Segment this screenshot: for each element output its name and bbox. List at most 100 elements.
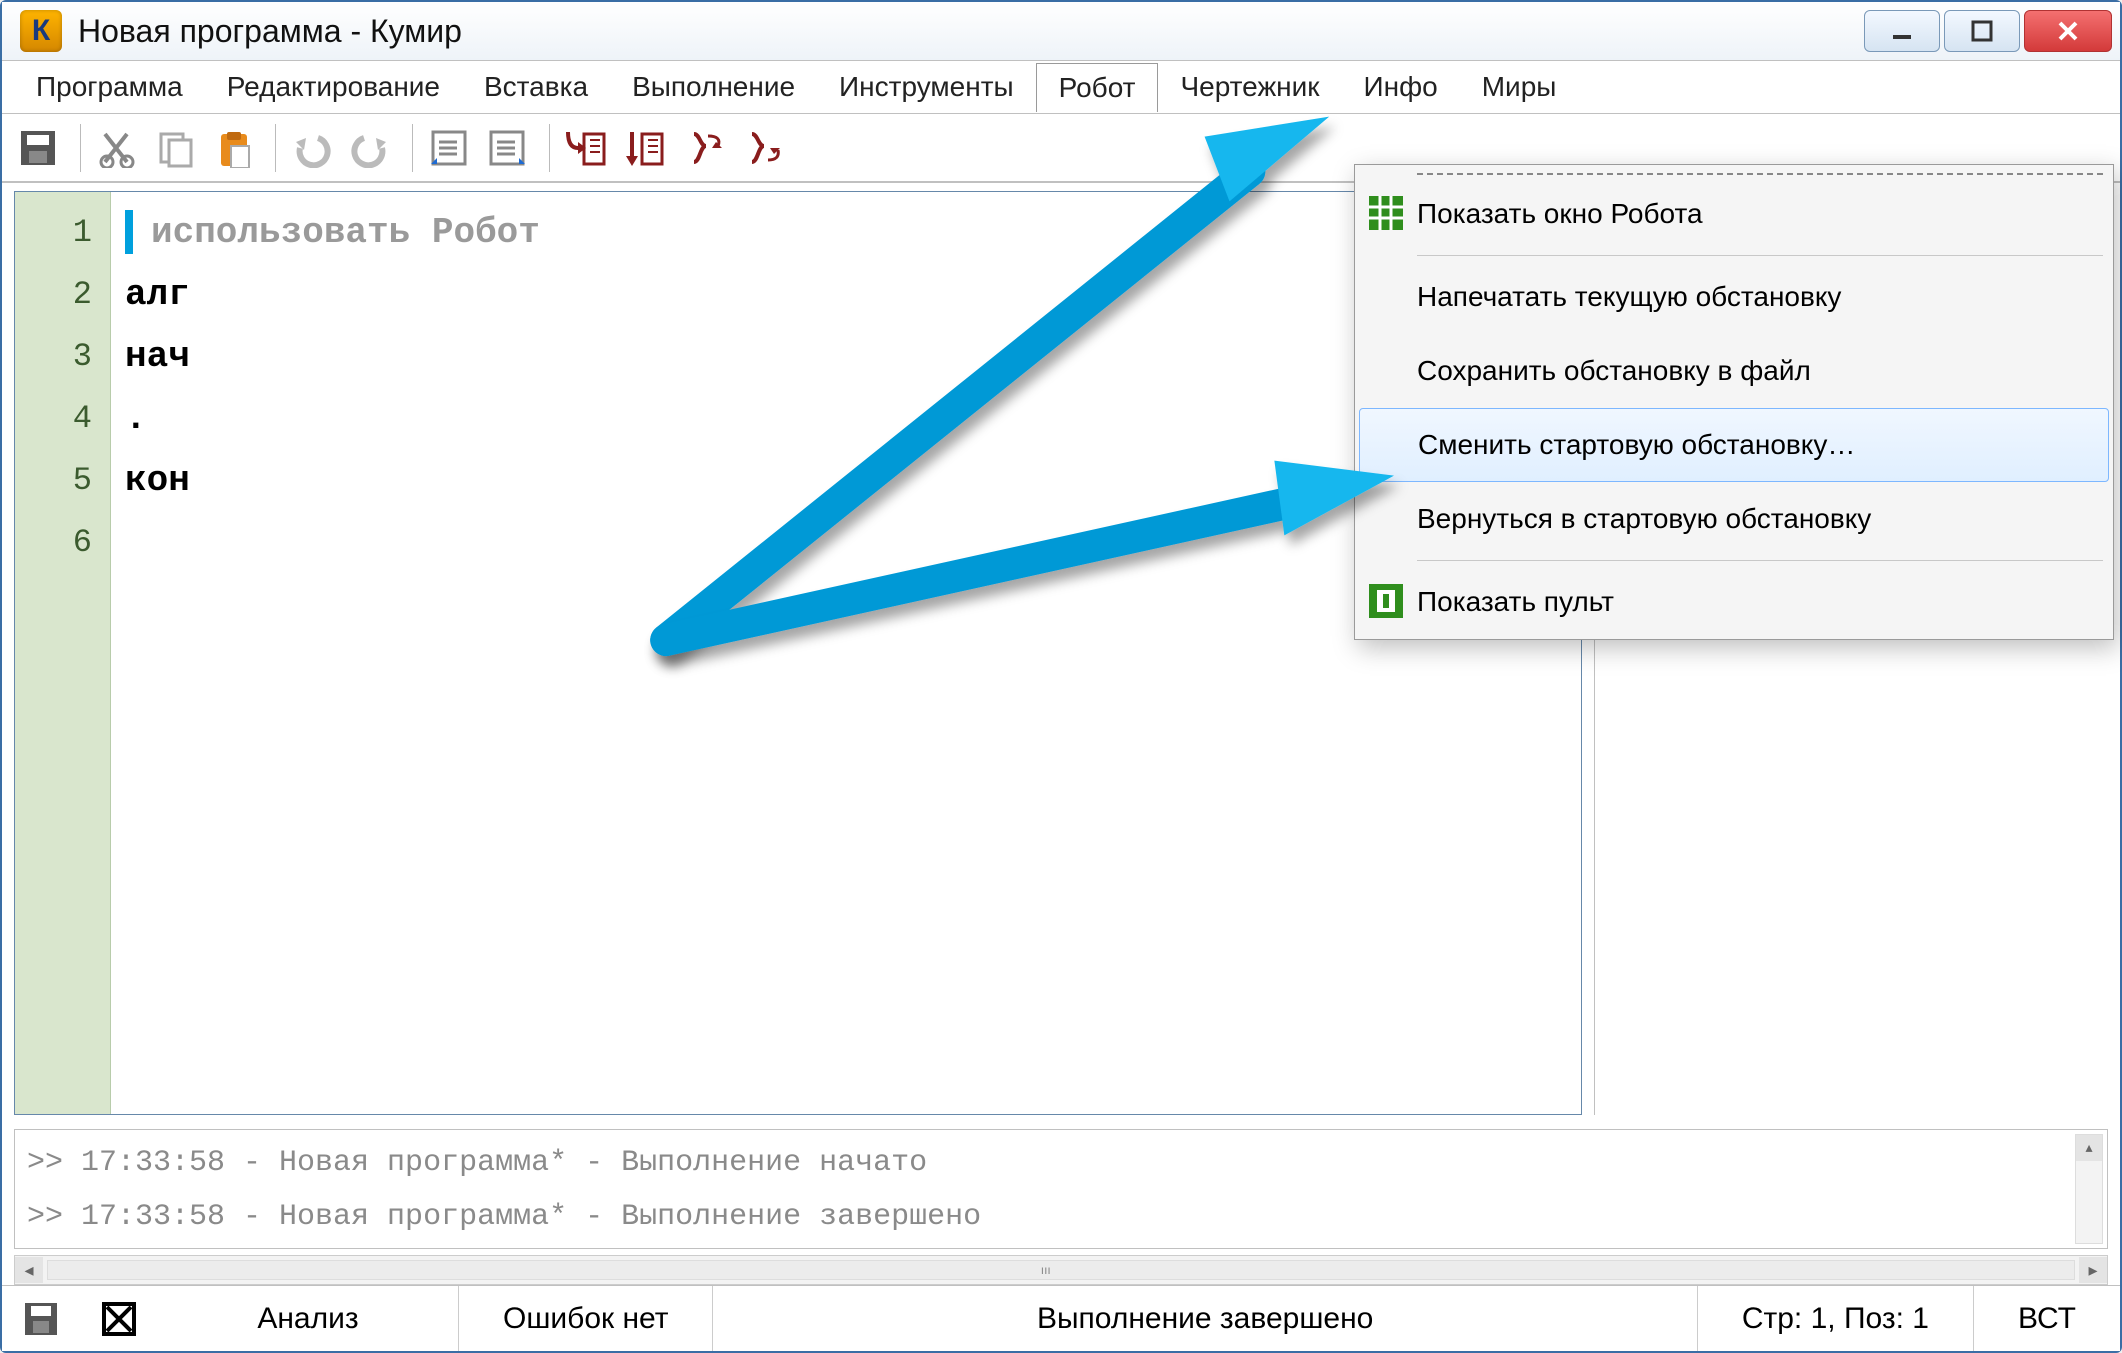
step-into-icon bbox=[564, 128, 608, 168]
code-line: кон bbox=[125, 450, 1567, 512]
menu-robot[interactable]: Робот bbox=[1036, 63, 1159, 112]
code-line: алг bbox=[125, 264, 1567, 326]
redo-icon bbox=[348, 128, 392, 168]
toolbar-undo[interactable] bbox=[286, 122, 338, 174]
toolbar-brace-close[interactable] bbox=[734, 122, 786, 174]
code-keyword: алг bbox=[125, 274, 190, 315]
console-line: >> 17:33:58 - Новая программа* - Выполне… bbox=[27, 1190, 2095, 1244]
dd-show-robot-window[interactable]: Показать окно Робота bbox=[1355, 177, 2113, 251]
undo-icon bbox=[290, 128, 334, 168]
line-gutter: 1 2 3 4 5 6 bbox=[15, 192, 111, 1114]
cut-icon bbox=[97, 128, 137, 168]
dropdown-sep bbox=[1417, 560, 2103, 561]
menu-program[interactable]: Программа bbox=[14, 63, 205, 111]
menu-drafter[interactable]: Чертежник bbox=[1158, 63, 1341, 111]
dd-label: Вернуться в стартовую обстановку bbox=[1417, 503, 1871, 535]
copy-icon bbox=[155, 128, 195, 168]
code-keyword: кон bbox=[125, 460, 190, 501]
toolbar-save[interactable] bbox=[12, 122, 64, 174]
console-output[interactable]: >> 17:33:58 - Новая программа* - Выполне… bbox=[14, 1129, 2108, 1249]
titlebar: К Новая программа - Кумир bbox=[2, 2, 2120, 60]
status-stop-icon[interactable] bbox=[92, 1292, 146, 1346]
dropdown-sep bbox=[1417, 255, 2103, 256]
code-line: использовать Робот bbox=[125, 202, 1567, 264]
code-keyword: . bbox=[125, 398, 147, 439]
scroll-left-icon[interactable]: ◂ bbox=[15, 1257, 43, 1283]
console-vscrollbar[interactable]: ▴ bbox=[2075, 1134, 2103, 1244]
line-number: 1 bbox=[15, 202, 92, 264]
dd-label: Сменить стартовую обстановку… bbox=[1418, 429, 1855, 461]
dropdown-sep bbox=[1417, 173, 2103, 175]
line-number: 6 bbox=[15, 512, 92, 574]
dd-label: Показать окно Робота bbox=[1417, 198, 1703, 230]
status-save-icon[interactable] bbox=[14, 1292, 68, 1346]
toolbar-redo[interactable] bbox=[344, 122, 396, 174]
console-hscrollbar[interactable]: ◂ ııı ▸ bbox=[14, 1255, 2108, 1285]
dd-show-remote[interactable]: Показать пульт bbox=[1355, 565, 2113, 639]
menu-tools[interactable]: Инструменты bbox=[817, 63, 1036, 111]
toolbar-step-run[interactable] bbox=[618, 122, 670, 174]
dd-label: Показать пульт bbox=[1417, 586, 1614, 618]
status-analysis: Анализ bbox=[158, 1286, 458, 1351]
paste-icon bbox=[213, 128, 253, 168]
console-line: >> 17:33:58 - Новая программа* - Выполне… bbox=[27, 1136, 2095, 1190]
statusbar: Анализ Ошибок нет Выполнение завершено С… bbox=[2, 1285, 2120, 1351]
dd-change-start-env[interactable]: Сменить стартовую обстановку… bbox=[1359, 408, 2109, 482]
scroll-track[interactable]: ııı bbox=[47, 1260, 2075, 1280]
robot-dropdown: Показать окно Робота Напечатать текущую … bbox=[1354, 164, 2114, 640]
indent-left-icon bbox=[429, 128, 469, 168]
status-errors: Ошибок нет bbox=[458, 1286, 712, 1351]
toolbar-sep bbox=[549, 124, 550, 172]
gauge-icon bbox=[1369, 584, 1405, 620]
status-position: Стр: 1, Поз: 1 bbox=[1697, 1286, 1973, 1351]
line-number: 5 bbox=[15, 450, 92, 512]
uses-text: использовать Робот bbox=[151, 212, 540, 253]
line-number: 3 bbox=[15, 326, 92, 388]
uses-bar-icon bbox=[125, 210, 133, 254]
maximize-icon bbox=[1971, 20, 1993, 42]
minimize-button[interactable] bbox=[1864, 10, 1940, 52]
toolbar-sep bbox=[412, 124, 413, 172]
menubar: Программа Редактирование Вставка Выполне… bbox=[2, 60, 2120, 114]
code-line bbox=[125, 512, 1567, 574]
line-number: 4 bbox=[15, 388, 92, 450]
toolbar-step-into[interactable] bbox=[560, 122, 612, 174]
window-title: Новая программа - Кумир bbox=[78, 13, 462, 50]
save-icon bbox=[17, 127, 59, 169]
dd-label: Напечатать текущую обстановку bbox=[1417, 281, 1841, 313]
indent-right-icon bbox=[487, 128, 527, 168]
grid-icon bbox=[1369, 196, 1405, 232]
code-keyword: нач bbox=[125, 336, 190, 377]
menu-insert[interactable]: Вставка bbox=[462, 63, 610, 111]
menu-worlds[interactable]: Миры bbox=[1460, 63, 1579, 111]
menu-execute[interactable]: Выполнение bbox=[610, 63, 817, 111]
menu-info[interactable]: Инфо bbox=[1342, 63, 1460, 111]
scroll-right-icon[interactable]: ▸ bbox=[2079, 1257, 2107, 1283]
brace-open-icon bbox=[682, 128, 722, 168]
maximize-button[interactable] bbox=[1944, 10, 2020, 52]
code-editor[interactable]: 1 2 3 4 5 6 использовать Робот алг нач .… bbox=[14, 191, 1582, 1115]
window-buttons bbox=[1860, 10, 2112, 52]
dd-print-env[interactable]: Напечатать текущую обстановку bbox=[1355, 260, 2113, 334]
close-button[interactable] bbox=[2024, 10, 2112, 52]
dd-return-start-env[interactable]: Вернуться в стартовую обстановку bbox=[1355, 482, 2113, 556]
toolbar-indent-left[interactable] bbox=[423, 122, 475, 174]
toolbar-brace-open[interactable] bbox=[676, 122, 728, 174]
minimize-icon bbox=[1891, 20, 1913, 42]
toolbar-sep bbox=[80, 124, 81, 172]
dd-save-env[interactable]: Сохранить обстановку в файл bbox=[1355, 334, 2113, 408]
status-insert-mode: ВСТ bbox=[1973, 1286, 2120, 1351]
code-line: . bbox=[125, 388, 1567, 450]
code-line: нач bbox=[125, 326, 1567, 388]
step-run-icon bbox=[622, 128, 666, 168]
dd-label: Сохранить обстановку в файл bbox=[1417, 355, 1811, 387]
menu-edit[interactable]: Редактирование bbox=[205, 63, 462, 111]
toolbar-copy[interactable] bbox=[149, 122, 201, 174]
toolbar-cut[interactable] bbox=[91, 122, 143, 174]
toolbar-sep bbox=[275, 124, 276, 172]
scroll-up-icon[interactable]: ▴ bbox=[2076, 1135, 2102, 1161]
app-icon: К bbox=[20, 10, 62, 52]
toolbar-paste[interactable] bbox=[207, 122, 259, 174]
toolbar-indent-right[interactable] bbox=[481, 122, 533, 174]
app-window: К Новая программа - Кумир Программа Реда… bbox=[0, 0, 2122, 1353]
